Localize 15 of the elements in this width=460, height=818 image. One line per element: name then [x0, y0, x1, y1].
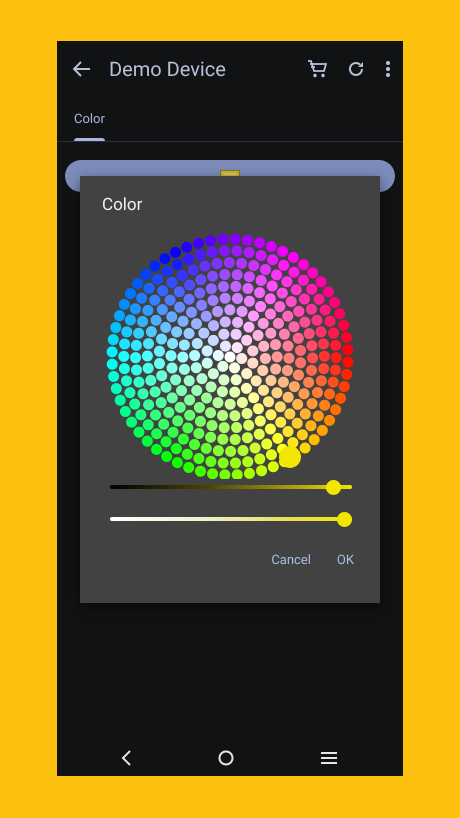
app-title: Demo Device [109, 57, 227, 81]
refresh-icon[interactable] [347, 60, 365, 78]
slider-thumb[interactable] [326, 480, 341, 494]
slider-thumb[interactable] [337, 512, 352, 526]
cart-icon[interactable] [307, 59, 327, 79]
dialog-button[interactable]: OK [328, 549, 362, 572]
more-icon[interactable] [385, 60, 391, 78]
tab[interactable]: Color [67, 97, 112, 141]
color-handle[interactable] [279, 446, 301, 468]
home-icon[interactable] [218, 750, 234, 766]
dialog-title: Color [102, 195, 142, 215]
menu-icon[interactable] [321, 751, 337, 765]
dialog-button[interactable]: Cancel [263, 549, 319, 572]
back-icon[interactable] [73, 61, 91, 77]
color-wheel[interactable] [106, 234, 354, 479]
